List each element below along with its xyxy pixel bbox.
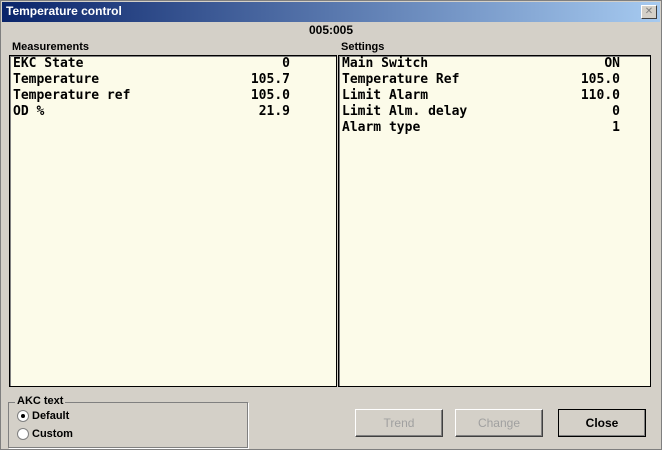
setting-row[interactable]: Limit Alm. delay 0	[339, 104, 650, 120]
akc-text-group: AKC text Default Custom	[8, 395, 248, 448]
measurement-name: OD %	[13, 104, 45, 119]
setting-value: 105.0	[580, 72, 620, 87]
measurement-row: Temperature 105.7	[10, 72, 336, 88]
measurement-name: EKC State	[13, 56, 84, 71]
setting-value: ON	[604, 56, 620, 71]
measurements-label: Measurements	[12, 41, 90, 53]
measurement-row: OD % 21.9	[10, 104, 336, 120]
setting-row[interactable]: Alarm type 1	[339, 120, 650, 136]
settings-label: Settings	[341, 41, 385, 53]
setting-name: Main Switch	[342, 56, 429, 71]
close-icon[interactable]: ✕	[641, 5, 657, 19]
change-button[interactable]: Change	[455, 409, 543, 437]
radio-custom[interactable]	[17, 428, 29, 440]
measurement-row: Temperature ref 105.0	[10, 88, 336, 104]
radio-default-option[interactable]: Default	[17, 410, 69, 422]
trend-button[interactable]: Trend	[355, 409, 443, 437]
measurement-name: Temperature	[13, 72, 100, 87]
measurement-name: Temperature ref	[13, 88, 131, 103]
setting-name: Temperature Ref	[342, 72, 460, 87]
akc-text-label: AKC text	[15, 395, 66, 407]
setting-value: 1	[612, 120, 620, 135]
setting-row[interactable]: Temperature Ref 105.0	[339, 72, 650, 88]
settings-panel: Main Switch ON Temperature Ref 105.0 Lim…	[338, 55, 651, 387]
window-title: Temperature control	[6, 4, 122, 18]
radio-default[interactable]	[17, 410, 29, 422]
measurement-value: 21.9	[258, 104, 290, 119]
radio-default-label: Default	[32, 410, 70, 422]
setting-row[interactable]: Main Switch ON	[339, 56, 650, 72]
measurement-value: 105.0	[250, 88, 290, 103]
radio-custom-label: Custom	[32, 428, 73, 440]
setting-row[interactable]: Limit Alarm 110.0	[339, 88, 650, 104]
setting-value: 110.0	[580, 88, 620, 103]
radio-custom-option[interactable]: Custom	[17, 428, 73, 440]
measurement-value: 105.7	[250, 72, 290, 87]
measurement-row: EKC State 0	[10, 56, 336, 72]
setting-name: Limit Alarm	[342, 88, 429, 103]
close-button[interactable]: Close	[558, 409, 646, 437]
measurements-panel: EKC State 0 Temperature 105.7 Temperatur…	[9, 55, 337, 387]
setting-value: 0	[612, 104, 620, 119]
node-id: 005:005	[308, 23, 354, 37]
setting-name: Alarm type	[342, 120, 421, 135]
setting-name: Limit Alm. delay	[342, 104, 468, 119]
title-bar[interactable]: Temperature control ✕	[2, 2, 660, 22]
measurement-value: 0	[282, 56, 290, 71]
